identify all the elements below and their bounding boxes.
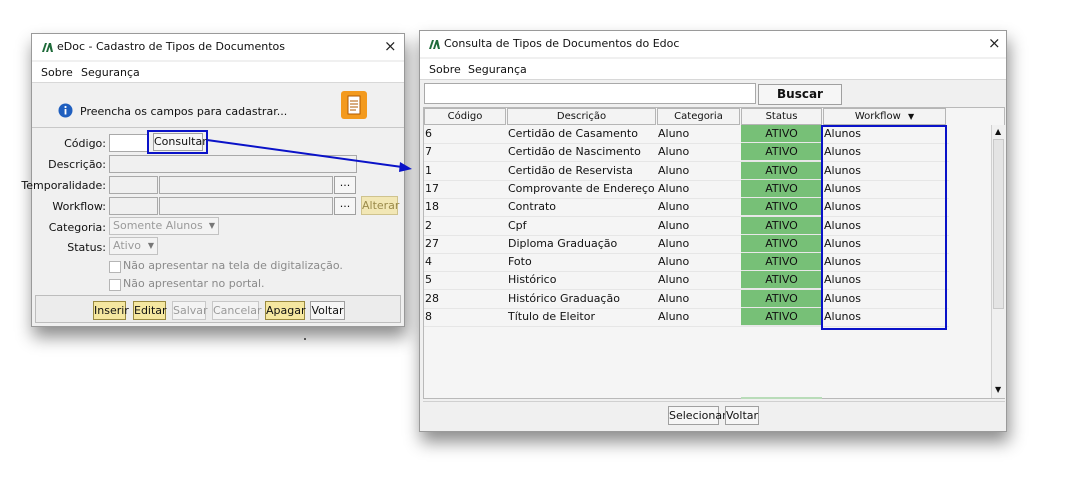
arrow-annotation	[206, 139, 412, 172]
